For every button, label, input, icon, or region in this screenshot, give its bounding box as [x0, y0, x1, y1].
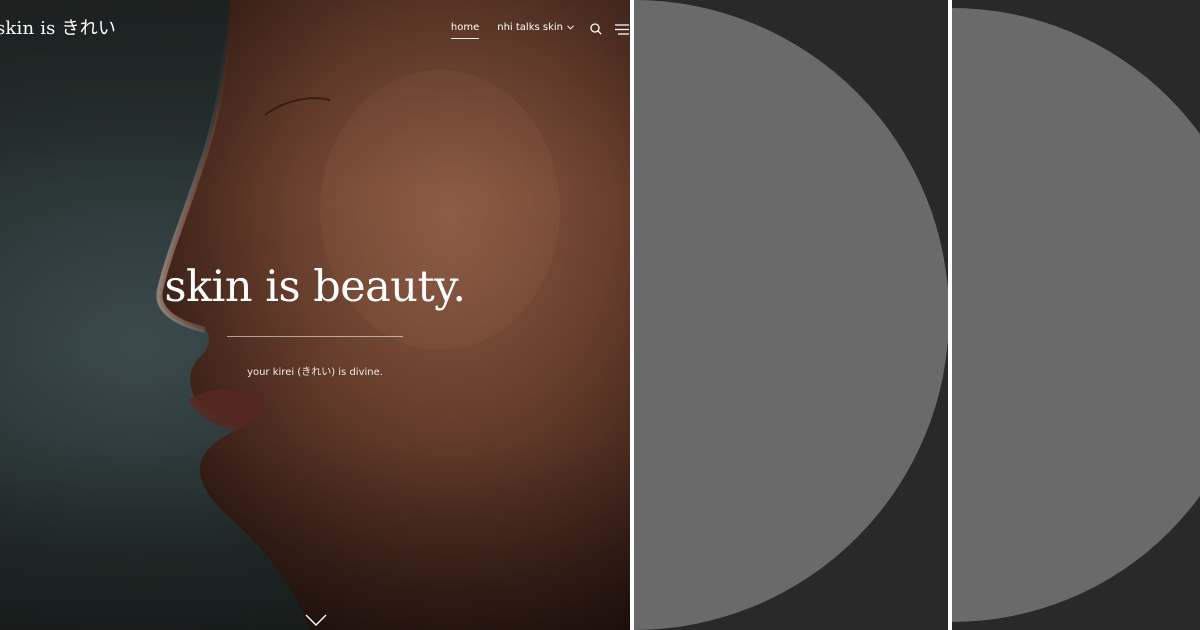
nav-item-label: nhi talks skin — [497, 21, 563, 33]
slide-panel-1 — [634, 0, 948, 630]
site-logo[interactable]: skin is きれい — [0, 14, 116, 40]
chevron-down-icon — [567, 22, 574, 33]
hero-overlay — [0, 0, 630, 630]
hero-subtitle: your kirei (きれい) is divine. — [247, 367, 383, 378]
half-circle-shape-2 — [952, 8, 1200, 622]
nav-item-nhi-talks-skin[interactable]: nhi talks skin — [497, 22, 574, 37]
hero-section: skin is きれい home nhi talks skin skin is … — [0, 0, 630, 630]
hamburger-menu-icon[interactable] — [614, 21, 630, 37]
half-circle-shape-1 — [634, 0, 948, 630]
nav-item-home[interactable]: home — [450, 22, 480, 39]
search-icon[interactable] — [588, 21, 604, 37]
slide-panel-2 — [952, 0, 1200, 630]
hero-divider — [227, 336, 403, 337]
scroll-down-chevron-icon[interactable] — [305, 612, 327, 626]
hero-title: skin is beauty. — [164, 262, 466, 312]
main-navigation: home nhi talks skin — [450, 18, 630, 40]
